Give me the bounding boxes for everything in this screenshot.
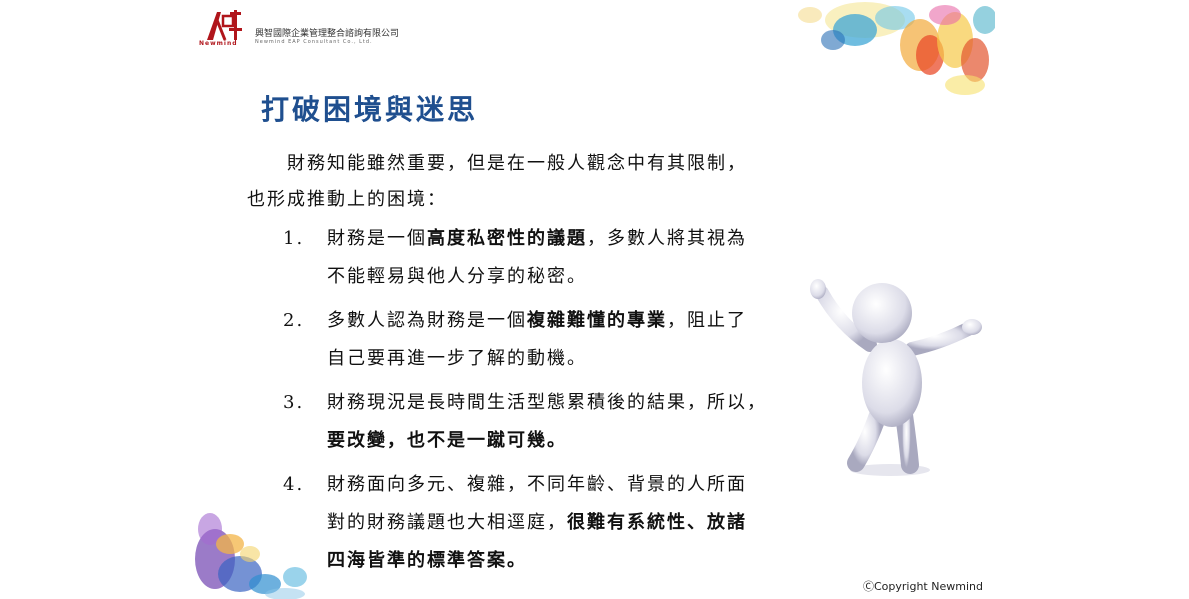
item-text: 財務是一個 [327, 228, 427, 249]
company-name-en: Newmind EAP Consultant Co., Ltd. [255, 39, 373, 45]
item-text: 對的財務議題也大相逕庭， [327, 512, 567, 533]
list-item-line: 多數人認為財務是一個複雜難懂的專業，阻止了 [327, 302, 823, 340]
list-item-line: 財務是一個高度私密性的議題，多數人將其視為 [327, 220, 823, 258]
item-text: 多數人認為財務是一個 [327, 310, 527, 331]
list-number: 4. [283, 474, 305, 495]
list-item-line: 四海皆準的標準答案。 [327, 550, 527, 571]
list-item-line: 財務現況是長時間生活型態累積後的結果，所以， [327, 392, 767, 413]
list-item: 4. 財務面向多元、複雜，不同年齡、背景的人所面 對的財務議題也大相逕庭，很難有… [283, 466, 823, 580]
intro-paragraph: 財務知能雖然重要，但是在一般人觀念中有其限制， 也形成推動上的困境： [247, 146, 847, 218]
item-text: ，阻止了 [667, 310, 747, 331]
list-item-line: 對的財務議題也大相逕庭，很難有系統性、放諸 [327, 504, 823, 542]
item-text-bold: 很難有系統性、放諸 [567, 512, 747, 533]
watercolor-splash-top-right [798, 2, 995, 95]
item-text-bold: 高度私密性的議題 [427, 228, 587, 249]
logo-text: Newmind [199, 40, 238, 47]
intro-line-1: 財務知能雖然重要，但是在一般人觀念中有其限制， [287, 153, 747, 174]
list-item-line: 財務面向多元、複雜，不同年齡、背景的人所面 [327, 474, 747, 495]
numbered-list: 1. 財務是一個高度私密性的議題，多數人將其視為 不能輕易與他人分享的秘密。 2… [283, 220, 823, 586]
cheering-person-figure-icon [810, 279, 982, 476]
list-item: 3. 財務現況是長時間生活型態累積後的結果，所以， 要改變，也不是一蹴可幾。 [283, 384, 823, 460]
list-item-line: 不能輕易與他人分享的秘密。 [327, 266, 587, 287]
list-item: 2. 多數人認為財務是一個複雜難懂的專業，阻止了 自己要再進一步了解的動機。 [283, 302, 823, 378]
slide-title: 打破困境與迷思 [261, 93, 479, 126]
list-item: 1. 財務是一個高度私密性的議題，多數人將其視為 不能輕易與他人分享的秘密。 [283, 220, 823, 296]
list-number: 1. [283, 228, 305, 249]
list-number: 2. [283, 310, 305, 331]
item-text: ，多數人將其視為 [587, 228, 747, 249]
slide: Newmind 興智國際企業管理整合諮詢有限公司 Newmind EAP Con… [195, 0, 995, 599]
intro-line-2: 也形成推動上的困境： [247, 189, 447, 210]
company-name-zh: 興智國際企業管理整合諮詢有限公司 [255, 29, 400, 39]
list-item-line: 自己要再進一步了解的動機。 [327, 348, 587, 369]
list-item-line: 要改變，也不是一蹴可幾。 [327, 430, 567, 451]
item-text-bold: 複雜難懂的專業 [527, 310, 667, 331]
list-number: 3. [283, 392, 305, 413]
copyright-text: ⒸCopyright Newmind [863, 580, 983, 593]
